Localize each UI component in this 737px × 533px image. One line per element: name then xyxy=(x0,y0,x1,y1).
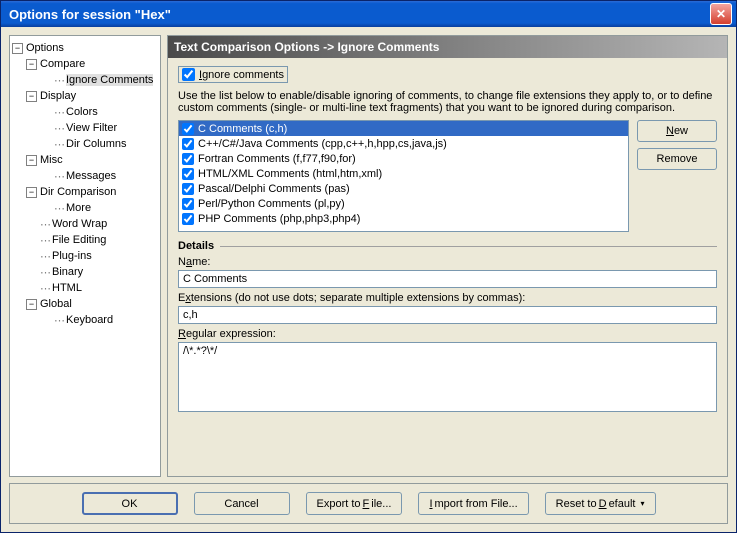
list-item-checkbox[interactable] xyxy=(182,123,194,135)
tree-node-display[interactable]: Display xyxy=(40,90,76,102)
list-item-checkbox[interactable] xyxy=(182,213,194,225)
reset-button[interactable]: Reset to Default▾ xyxy=(545,492,656,515)
tree-node-messages[interactable]: Messages xyxy=(66,170,116,182)
list-item-label: C++/C#/Java Comments (cpp,c++,h,hpp,cs,j… xyxy=(198,138,447,150)
tree-node-compare[interactable]: Compare xyxy=(40,58,85,70)
list-item[interactable]: C++/C#/Java Comments (cpp,c++,h,hpp,cs,j… xyxy=(179,136,628,151)
ignore-comments-checkbox[interactable]: Ignore comments xyxy=(178,66,288,83)
tree-node-more[interactable]: More xyxy=(66,202,91,214)
collapse-icon[interactable]: − xyxy=(26,155,37,166)
tree-node-misc[interactable]: Misc xyxy=(40,154,63,166)
collapse-icon[interactable]: − xyxy=(26,59,37,70)
list-item-checkbox[interactable] xyxy=(182,183,194,195)
collapse-icon[interactable]: − xyxy=(26,187,37,198)
ok-button[interactable]: OK xyxy=(82,492,178,515)
options-tree[interactable]: −Options −Compare ⋯Ignore Comments −Disp… xyxy=(9,35,161,477)
name-input[interactable] xyxy=(178,270,717,288)
collapse-icon[interactable]: − xyxy=(26,91,37,102)
regex-label: Regular expression: xyxy=(178,328,717,340)
collapse-icon[interactable]: − xyxy=(26,299,37,310)
tree-node-word-wrap[interactable]: Word Wrap xyxy=(52,218,107,230)
tree-node-binary[interactable]: Binary xyxy=(52,266,83,278)
list-item-label: C Comments (c,h) xyxy=(198,123,287,135)
close-button[interactable]: ✕ xyxy=(710,3,732,25)
tree-node-plugins[interactable]: Plug-ins xyxy=(52,250,92,262)
regex-input[interactable] xyxy=(178,342,717,412)
list-item[interactable]: C Comments (c,h) xyxy=(179,121,628,136)
tree-node-dir-comparison[interactable]: Dir Comparison xyxy=(40,186,116,198)
list-item[interactable]: PHP Comments (php,php3,php4) xyxy=(179,211,628,226)
ignore-comments-input[interactable] xyxy=(182,68,195,81)
list-item-label: PHP Comments (php,php3,php4) xyxy=(198,213,360,225)
list-item[interactable]: Pascal/Delphi Comments (pas) xyxy=(179,181,628,196)
tree-node-view-filter[interactable]: View Filter xyxy=(66,122,117,134)
import-button[interactable]: Import from File... xyxy=(418,492,528,515)
details-heading: Details xyxy=(178,240,214,252)
list-item-checkbox[interactable] xyxy=(182,138,194,150)
list-item-label: HTML/XML Comments (html,htm,xml) xyxy=(198,168,382,180)
tree-node-dir-columns[interactable]: Dir Columns xyxy=(66,138,127,150)
titlebar[interactable]: Options for session "Hex" ✕ xyxy=(1,1,736,27)
tree-node-ignore-comments[interactable]: Ignore Comments xyxy=(66,74,153,86)
collapse-icon[interactable]: − xyxy=(12,43,23,54)
window-title: Options for session "Hex" xyxy=(9,7,171,22)
export-button[interactable]: Export to File... xyxy=(306,492,403,515)
tree-node-keyboard[interactable]: Keyboard xyxy=(66,314,113,326)
extensions-label: Extensions (do not use dots; separate mu… xyxy=(178,292,717,304)
name-label: Name: xyxy=(178,256,717,268)
comment-types-list[interactable]: C Comments (c,h) C++/C#/Java Comments (cp… xyxy=(178,120,629,232)
list-item-checkbox[interactable] xyxy=(182,198,194,210)
tree-node-file-editing[interactable]: File Editing xyxy=(52,234,106,246)
tree-node-colors[interactable]: Colors xyxy=(66,106,98,118)
list-item-label: Perl/Python Comments (pl,py) xyxy=(198,198,345,210)
list-item-checkbox[interactable] xyxy=(182,168,194,180)
options-dialog: Options for session "Hex" ✕ −Options −Co… xyxy=(0,0,737,533)
list-item-label: Fortran Comments (f,f77,f90,for) xyxy=(198,153,356,165)
chevron-down-icon: ▾ xyxy=(640,499,644,508)
tree-node-global[interactable]: Global xyxy=(40,298,72,310)
remove-button[interactable]: Remove xyxy=(637,148,717,170)
cancel-button[interactable]: Cancel xyxy=(194,492,290,515)
list-item-label: Pascal/Delphi Comments (pas) xyxy=(198,183,350,195)
new-button[interactable]: New xyxy=(637,120,717,142)
content-panel: Text Comparison Options -> Ignore Commen… xyxy=(167,35,728,477)
tree-node-options[interactable]: Options xyxy=(26,42,64,54)
extensions-input[interactable] xyxy=(178,306,717,324)
button-bar: OK Cancel Export to File... Import from … xyxy=(9,483,728,524)
panel-header: Text Comparison Options -> Ignore Commen… xyxy=(168,36,727,58)
list-item[interactable]: Fortran Comments (f,f77,f90,for) xyxy=(179,151,628,166)
list-item[interactable]: HTML/XML Comments (html,htm,xml) xyxy=(179,166,628,181)
tree-node-html[interactable]: HTML xyxy=(52,282,82,294)
list-item[interactable]: Perl/Python Comments (pl,py) xyxy=(179,196,628,211)
list-item-checkbox[interactable] xyxy=(182,153,194,165)
hint-text: Use the list below to enable/disable ign… xyxy=(178,90,717,114)
